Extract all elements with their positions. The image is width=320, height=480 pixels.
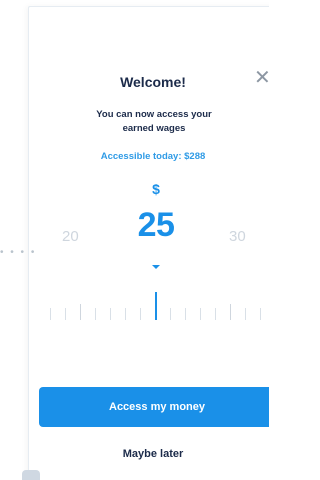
ruler-tick (110, 308, 111, 320)
next-amount[interactable]: 30 (229, 228, 246, 245)
amount-ruler-slider[interactable] (36, 288, 269, 328)
ruler-tick (185, 308, 186, 320)
stage: • • • • ✕ Welcome! You can now access yo… (0, 0, 269, 480)
ruler-tick (95, 308, 96, 320)
ruler-tick (80, 304, 81, 320)
ruler-tick (140, 308, 141, 320)
ruler-tick (215, 308, 216, 320)
ruler-current-tick (155, 292, 157, 320)
previous-amount[interactable]: 20 (62, 228, 79, 245)
selected-amount: 25 (137, 206, 175, 244)
ruler-tick (125, 308, 126, 320)
access-money-button[interactable]: Access my money (39, 387, 269, 427)
ruler-tick (50, 308, 51, 320)
selection-pointer-icon (152, 265, 160, 269)
corner-chip (22, 470, 40, 480)
dialog-title: Welcome! (120, 74, 186, 90)
ruler-tick (170, 308, 171, 320)
maybe-later-link[interactable]: Maybe later (28, 448, 269, 460)
ruler-tick (245, 308, 246, 320)
ruler-tick (65, 308, 66, 320)
dots-decoration: • • • • (0, 247, 37, 258)
ruler-tick (230, 304, 231, 320)
currency-symbol: $ (152, 181, 160, 197)
ruler-tick (260, 308, 261, 320)
accessible-amount-text: Accessible today: $288 (100, 151, 206, 162)
ruler-tick (200, 308, 201, 320)
dialog-subtitle: You can now access your earned wages (96, 109, 212, 134)
